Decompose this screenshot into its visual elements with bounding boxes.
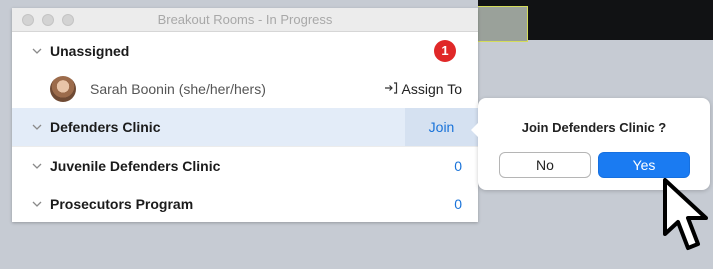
avatar (50, 76, 76, 102)
chevron-down-icon[interactable] (32, 46, 42, 56)
assign-to-label: Assign To (401, 81, 462, 97)
room-label: Defenders Clinic (50, 119, 161, 135)
assign-to-button[interactable]: Assign To (384, 81, 462, 97)
room-row-juvenile-defenders-clinic[interactable]: Juvenile Defenders Clinic 0 (12, 147, 478, 185)
yes-button[interactable]: Yes (598, 152, 690, 178)
mouse-pointer-icon (663, 178, 708, 250)
background-video-thumbnail (478, 6, 528, 42)
background-desktop (0, 222, 713, 269)
breakout-rooms-window: Breakout Rooms - In Progress Unassigned … (12, 8, 478, 222)
room-row-unassigned[interactable]: Unassigned 1 (12, 32, 478, 70)
room-label: Juvenile Defenders Clinic (50, 158, 221, 174)
assign-to-icon (384, 81, 398, 97)
unassigned-count-badge: 1 (434, 40, 456, 62)
room-participant-count: 0 (454, 196, 462, 212)
room-label: Unassigned (50, 43, 130, 59)
window-title: Breakout Rooms - In Progress (157, 12, 333, 27)
chevron-down-icon[interactable] (32, 122, 42, 132)
room-label: Prosecutors Program (50, 196, 194, 212)
join-button[interactable]: Join (405, 108, 478, 146)
room-row-defenders-clinic[interactable]: Defenders Clinic Join (12, 108, 478, 146)
chevron-down-icon[interactable] (32, 161, 42, 171)
room-row-prosecutors-program[interactable]: Prosecutors Program 0 (12, 185, 478, 222)
no-button[interactable]: No (499, 152, 591, 178)
room-participant-count: 0 (454, 158, 462, 174)
join-room-popover: Join Defenders Clinic ? No Yes (471, 98, 710, 190)
join-confirmation-text: Join Defenders Clinic ? (521, 120, 667, 135)
participant-row: Sarah Boonin (she/her/hers) Assign To (12, 70, 478, 108)
participant-name: Sarah Boonin (she/her/hers) (90, 81, 266, 97)
title-bar[interactable]: Breakout Rooms - In Progress (12, 8, 478, 32)
chevron-down-icon[interactable] (32, 199, 42, 209)
